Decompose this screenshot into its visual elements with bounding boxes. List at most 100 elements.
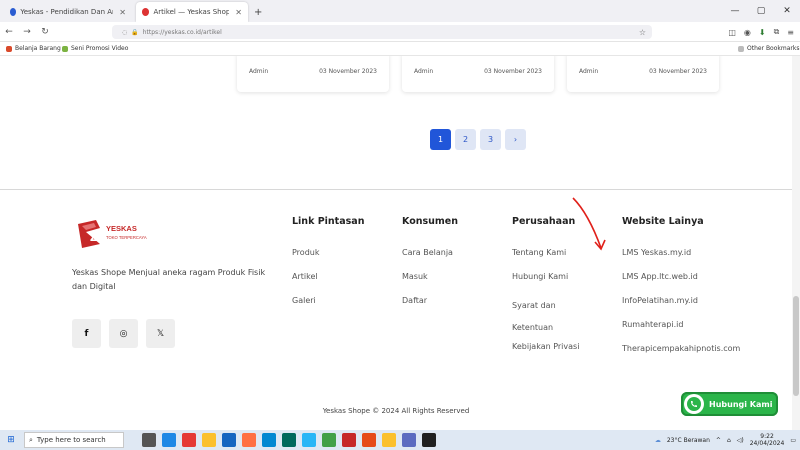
tab-close-icon[interactable]: ✕	[235, 8, 242, 17]
taskbar-search-box[interactable]: ⌕ Type here to search	[24, 432, 124, 448]
web-page: Admin 03 November 2023 Admin 03 November…	[0, 56, 800, 430]
column-title: Website Lainya	[622, 216, 704, 227]
bookmark-star-icon[interactable]: ☆	[639, 28, 646, 37]
browser-nav-bar: ← → ↻ ◌ 🔒 https://yeskas.co.id/artikel ☆…	[0, 22, 800, 42]
article-date: 03 November 2023	[484, 68, 542, 75]
bookmark-icon	[62, 45, 68, 52]
taskbar-app-icon[interactable]	[322, 433, 336, 447]
article-card[interactable]: Admin 03 November 2023	[402, 56, 554, 92]
pagination: 1 2 3 ›	[430, 129, 526, 150]
column-title: Link Pintasan	[292, 216, 365, 227]
taskbar-app-icon[interactable]	[362, 433, 376, 447]
bookmark-item[interactable]: Seni Promosi Video	[62, 45, 128, 52]
page-button-1[interactable]: 1	[430, 129, 451, 150]
footer-link[interactable]: Artikel	[292, 271, 364, 295]
tray-chevron-icon[interactable]: ^	[716, 437, 721, 444]
whatsapp-contact-button[interactable]: Hubungi Kami	[681, 392, 778, 416]
download-icon[interactable]: ⬇	[759, 28, 766, 37]
footer-link[interactable]: Daftar	[402, 295, 458, 319]
bookmark-item[interactable]: Belanja Barang	[6, 45, 61, 52]
x-icon[interactable]: 𝕏	[146, 319, 175, 348]
url-text: https://yeskas.co.id/artikel	[142, 28, 222, 36]
taskbar-app-icon[interactable]	[402, 433, 416, 447]
logo-tagline: TOKO TERPERCAYA	[106, 235, 147, 240]
tab-favicon-icon	[142, 8, 150, 16]
yeskas-logo[interactable]: Z YESKAS TOKO TERPERCAYA	[76, 218, 176, 250]
copyright-text: Yeskas Shope © 2024 All Rights Reserved	[322, 407, 470, 415]
article-card[interactable]: Admin 03 November 2023	[237, 56, 389, 92]
notification-icon[interactable]: ▭	[790, 437, 796, 444]
facebook-icon[interactable]: f	[72, 319, 101, 348]
footer-link[interactable]: Masuk	[402, 271, 458, 295]
pocket-icon[interactable]: ◫	[728, 28, 736, 37]
article-author: Admin	[579, 68, 599, 75]
extensions-icon[interactable]: ⧉	[774, 27, 780, 37]
page-button-2[interactable]: 2	[455, 129, 476, 150]
footer-link[interactable]: Hubungi Kami	[512, 271, 592, 295]
whatsapp-icon	[684, 394, 704, 414]
scrollbar-thumb[interactable]	[793, 296, 799, 396]
network-icon[interactable]: ⌂	[727, 437, 731, 444]
taskbar-app-icon[interactable]	[302, 433, 316, 447]
taskbar-app-icon[interactable]	[142, 433, 156, 447]
lock-icon: 🔒	[131, 28, 139, 36]
page-scrollbar[interactable]	[792, 56, 800, 430]
volume-icon[interactable]: ◁)	[737, 437, 744, 444]
footer-link[interactable]: Galeri	[292, 295, 364, 319]
article-date: 03 November 2023	[319, 68, 377, 75]
minimize-button[interactable]: —	[722, 0, 748, 22]
back-arrow-icon[interactable]: ←	[0, 27, 18, 37]
maximize-button[interactable]: ▢	[748, 0, 774, 22]
footer-link[interactable]: Kebijakan Privasi	[512, 341, 592, 365]
clock-time: 9:22	[760, 433, 774, 440]
weather-text: 23°C Berawan	[666, 436, 710, 444]
taskbar-app-icon[interactable]	[202, 433, 216, 447]
footer-link[interactable]: InfoPelatihan.my.id	[622, 295, 740, 319]
taskbar-app-icon[interactable]	[162, 433, 176, 447]
tab-close-icon[interactable]: ✕	[119, 8, 126, 17]
footer-link[interactable]: Produk	[292, 247, 364, 271]
browser-tab-active[interactable]: Artikel — Yeskas Shope ✕	[136, 2, 248, 22]
new-tab-button[interactable]: +	[254, 7, 262, 18]
forward-arrow-icon[interactable]: →	[18, 27, 36, 37]
footer-link[interactable]: LMS Yeskas.my.id	[622, 247, 740, 271]
footer-link[interactable]: Rumahterapi.id	[622, 319, 740, 343]
footer-link[interactable]: Syarat dan Ketentuan	[512, 295, 582, 341]
next-page-button[interactable]: ›	[505, 129, 526, 150]
taskbar-app-icon[interactable]	[222, 433, 236, 447]
taskbar-app-icon[interactable]	[182, 433, 196, 447]
address-bar[interactable]: ◌ 🔒 https://yeskas.co.id/artikel ☆	[112, 25, 652, 39]
menu-icon[interactable]: ≡	[787, 28, 794, 37]
tab-favicon-icon	[10, 8, 17, 16]
article-author: Admin	[414, 68, 434, 75]
article-card[interactable]: Admin 03 November 2023	[567, 56, 719, 92]
logo-text: YESKAS	[106, 224, 137, 233]
taskbar-app-icon[interactable]	[282, 433, 296, 447]
taskbar-app-icon[interactable]	[262, 433, 276, 447]
search-placeholder: Type here to search	[36, 436, 106, 444]
taskbar-app-icon[interactable]	[242, 433, 256, 447]
browser-tab[interactable]: Yeskas - Pendidikan Dan Amal | K ✕	[4, 2, 132, 22]
other-bookmarks[interactable]: Other Bookmarks	[738, 45, 799, 52]
windows-start-icon[interactable]: ⊞	[0, 435, 22, 445]
svg-text:Z: Z	[90, 228, 99, 244]
account-icon[interactable]: ◉	[744, 28, 751, 37]
taskbar-app-icon[interactable]	[422, 433, 436, 447]
reload-icon[interactable]: ↻	[36, 27, 54, 37]
footer-link[interactable]: Therapicempakahipnotis.com	[622, 343, 740, 367]
footer-link[interactable]: Cara Belanja	[402, 247, 458, 271]
instagram-icon[interactable]: ◎	[109, 319, 138, 348]
clock-date: 24/04/2024	[749, 440, 785, 447]
bookmarks-bar: Belanja Barang Seni Promosi Video Other …	[0, 42, 800, 56]
footer-about-text: Yeskas Shope Menjual aneka ragam Produk …	[72, 268, 266, 291]
taskbar-apps	[142, 433, 436, 447]
footer-link[interactable]: LMS App.ltc.web.id	[622, 271, 740, 295]
taskbar-app-icon[interactable]	[382, 433, 396, 447]
close-window-button[interactable]: ✕	[774, 0, 800, 22]
bookmark-label: Belanja Barang	[15, 45, 61, 52]
whatsapp-button-label: Hubungi Kami	[709, 399, 773, 409]
page-button-3[interactable]: 3	[480, 129, 501, 150]
taskbar-app-icon[interactable]	[342, 433, 356, 447]
annotation-arrow-icon	[572, 197, 606, 251]
taskbar-clock[interactable]: 9:22 24/04/2024	[750, 433, 785, 447]
